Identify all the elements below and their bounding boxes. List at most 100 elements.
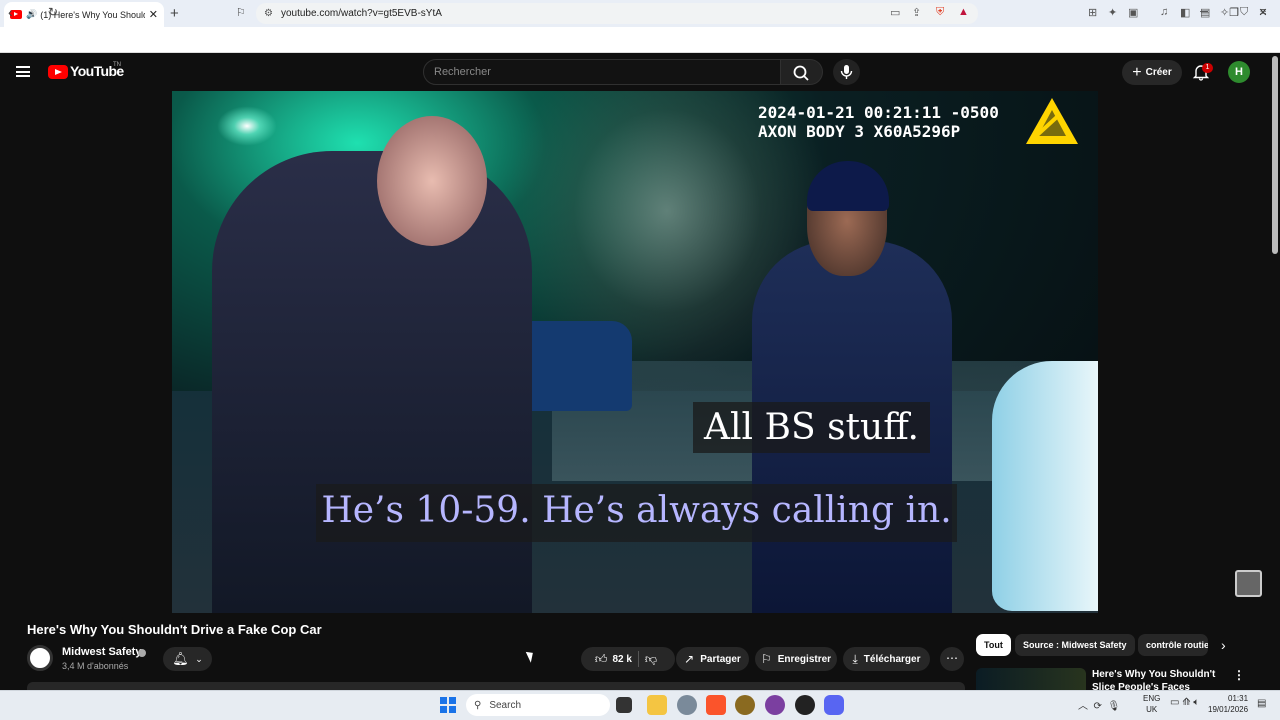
back-icon[interactable]: ‹ (8, 4, 13, 20)
download-icon: ⤓ (852, 651, 858, 666)
taskbar-search-icon: ⚲ (474, 699, 482, 711)
voice-search-button[interactable] (833, 59, 860, 85)
taskbar-search[interactable]: ⚲ Search (466, 694, 610, 716)
recommendation-thumbnail[interactable] (976, 668, 1086, 690)
lang-region: UK (1146, 705, 1158, 714)
brave-browser-icon[interactable] (706, 695, 726, 715)
mouse-cursor-icon (525, 649, 537, 663)
clock-date: 19/01/2026 (1208, 705, 1249, 714)
search-icon (793, 65, 809, 81)
channel-watermark-icon[interactable] (1235, 570, 1262, 597)
thumbs-down-icon: 👎︎ (644, 651, 658, 666)
video-title: Here's Why You Shouldn't Drive a Fake Co… (27, 622, 322, 637)
video-scene-officer-left-head (377, 116, 487, 246)
bodycam-overlay: 2024-01-21 00:21:11 -0500 AXON BODY 3 X60… (758, 103, 999, 141)
site-info-icon[interactable]: ⚙ (264, 8, 273, 19)
chip-traffic-stop[interactable]: contrôle routier (1138, 634, 1208, 656)
notification-center-icon[interactable]: ▤ (1257, 698, 1266, 709)
subscription-bell-button[interactable]: 🔔︎ ⌄ (163, 647, 212, 671)
subtitle-line-1: All BS stuff. (693, 402, 930, 453)
channel-avatar[interactable] (27, 645, 53, 671)
country-code: TN (113, 62, 121, 68)
download-label: Télécharger (863, 653, 921, 665)
video-scene-officer-left (212, 151, 532, 613)
reload-icon[interactable]: ↻ (48, 5, 58, 19)
vpn-icon[interactable]: ⛉ (1240, 6, 1248, 19)
account-avatar[interactable]: H (1228, 61, 1250, 83)
save-label: Enregistrer (777, 653, 832, 665)
more-actions-icon[interactable]: ⋯ (940, 647, 964, 671)
discord-icon[interactable] (824, 695, 844, 715)
url-text: youtube.com/watch?v=gt5EVB-sYtA (280, 8, 442, 19)
purple-app-icon[interactable] (765, 695, 785, 715)
lang-code: ENG (1143, 694, 1161, 703)
search-button[interactable] (781, 59, 823, 85)
share-icon: ↗ (684, 652, 695, 666)
extension-1-icon[interactable]: ⊞ (1088, 6, 1097, 19)
taskbar-search-label: Search (489, 699, 522, 711)
browser-menu-icon[interactable]: ≡ (1260, 6, 1266, 18)
axon-logo-icon (1024, 96, 1080, 146)
brave-shields-icon[interactable]: ⛨ (936, 6, 944, 19)
like-separator (637, 651, 639, 667)
plus-icon: + (1132, 63, 1142, 81)
language-indicator[interactable]: ENG UK (1143, 693, 1160, 715)
chips-next-icon[interactable]: › (1221, 637, 1226, 653)
forward-icon[interactable]: › (30, 4, 35, 20)
chevron-down-icon: ⌄ (195, 653, 203, 664)
chip-source[interactable]: Source : Midwest Safety (1015, 634, 1135, 656)
bodycam-device: AXON BODY 3 X60A5296P (758, 122, 961, 141)
page-scrollbar[interactable] (1272, 56, 1278, 254)
leo-icon[interactable]: ✧ (1220, 6, 1229, 19)
extension-3-icon[interactable]: ▣ (1128, 6, 1138, 19)
clock-time: 01:31 (1228, 694, 1249, 703)
new-tab-button[interactable]: + (170, 5, 179, 22)
network-volume-icons[interactable]: ▭ ⟰ 🔈︎ (1170, 697, 1199, 708)
like-count: 82 k (612, 653, 632, 665)
dislike-button[interactable]: 👎︎ (645, 647, 669, 671)
notification-badge: 1 (1202, 63, 1213, 73)
system-tray-icons[interactable]: ︿ ⟳ 🎙︎ (1078, 697, 1120, 712)
music-icon[interactable]: ♫ (1160, 6, 1168, 18)
settings-app-icon[interactable] (677, 695, 697, 715)
bell-outline-icon: 🔔︎ (172, 651, 189, 666)
create-button[interactable]: + Créer (1122, 60, 1182, 85)
video-scene-light (217, 106, 277, 146)
share-page-icon[interactable]: ⇪ (912, 6, 921, 19)
app-taskbar-icon[interactable] (735, 695, 755, 715)
wallet-icon[interactable]: ▤ (1200, 6, 1210, 19)
download-button[interactable]: ⤓ Télécharger (843, 647, 930, 671)
chip-all[interactable]: Tout (976, 634, 1011, 656)
cast-icon[interactable]: ▭ (890, 6, 900, 19)
share-button[interactable]: ↗ Partager (676, 647, 749, 671)
sidebar-icon[interactable]: ◧ (1180, 6, 1190, 19)
like-button[interactable]: 👍︎ 82 k (587, 647, 632, 671)
thumbs-up-icon: 👍︎ (594, 651, 608, 666)
recommendation-menu-icon[interactable]: ⋮ (1233, 668, 1245, 682)
recommendation-title[interactable]: Here's Why You Shouldn't Slice People's … (1092, 668, 1222, 690)
channel-name[interactable]: Midwest Safety (62, 646, 141, 658)
rewards-icon[interactable]: ▲ (958, 6, 969, 18)
save-button[interactable]: ⚐ Enregistrer (755, 647, 837, 671)
description-box[interactable] (27, 682, 965, 690)
subscriber-count: 3,4 M d'abonnés (62, 661, 129, 671)
bookmark-icon[interactable]: ⚐ (236, 6, 246, 19)
youtube-logo-icon[interactable] (48, 65, 68, 79)
browser-tab[interactable]: 🔊 (1) Here's Why You Shouldn't ✕ (4, 2, 164, 27)
share-label: Partager (700, 653, 741, 665)
close-tab-icon[interactable]: ✕ (149, 8, 158, 21)
save-bookmark-icon: ⚐ (760, 652, 772, 666)
hamburger-menu-icon[interactable] (16, 66, 30, 77)
extension-2-icon[interactable]: ✦ (1108, 6, 1117, 19)
search-input[interactable]: Rechercher (423, 59, 781, 85)
create-label: Créer (1145, 67, 1172, 78)
subtitle-line-2: He’s 10-59. He’s always calling in. (316, 484, 957, 542)
address-toolbar (0, 27, 1280, 53)
url-field[interactable]: ⚙ youtube.com/watch?v=gt5EVB-sYtA (256, 3, 978, 24)
file-explorer-icon[interactable] (647, 695, 667, 715)
obs-icon[interactable] (795, 695, 815, 715)
task-view-icon[interactable] (616, 697, 632, 713)
video-scene-white-car (992, 361, 1098, 611)
windows-start-icon[interactable] (440, 697, 456, 713)
taskbar-clock[interactable]: 01:31 19/01/2026 (1208, 693, 1248, 715)
